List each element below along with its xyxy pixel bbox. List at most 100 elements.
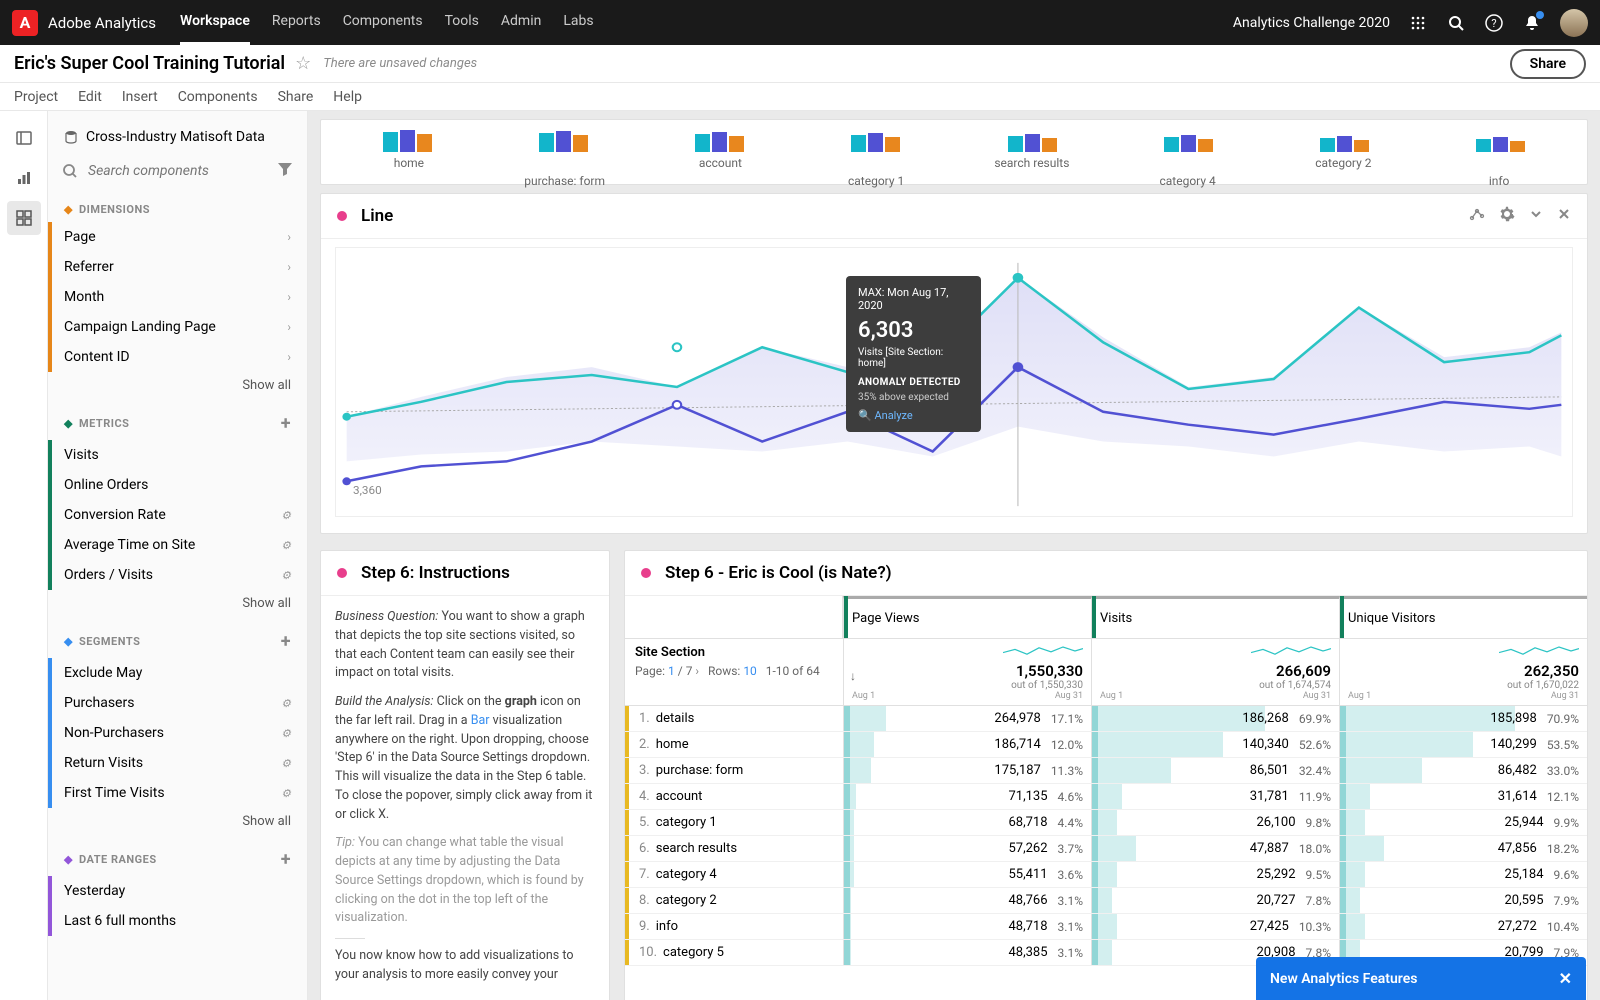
favorite-star-icon[interactable]: ☆ <box>295 53 311 74</box>
row-label[interactable]: 10.category 5 <box>625 940 843 965</box>
menu-edit[interactable]: Edit <box>78 89 102 105</box>
tooltip-analyze-link[interactable]: 🔍 Analyze <box>858 409 969 422</box>
database-icon <box>64 130 78 144</box>
table-row[interactable]: 5.category 168,7184.4%26,1009.8%25,9449.… <box>625 810 1587 836</box>
menu-help[interactable]: Help <box>333 89 362 105</box>
metric-item[interactable]: Orders / Visits⚙ <box>48 560 307 590</box>
nav-tab-reports[interactable]: Reports <box>272 0 321 45</box>
row-label[interactable]: 3.purchase: form <box>625 758 843 783</box>
dimension-item[interactable]: Month› <box>48 282 307 312</box>
metrics-showall[interactable]: Show all <box>48 590 307 617</box>
search-icon[interactable] <box>1446 13 1466 33</box>
rail-graph-icon[interactable] <box>7 161 41 195</box>
bar-label: home <box>349 156 469 170</box>
segment-item[interactable]: Purchasers⚙ <box>48 688 307 718</box>
add-segment-icon[interactable]: + <box>281 631 291 652</box>
dimension-item[interactable]: Page› <box>48 222 307 252</box>
instructions-dot[interactable] <box>337 568 347 578</box>
col-pageviews[interactable]: Page Views <box>843 596 1091 638</box>
table-row[interactable]: 2.home186,71412.0%140,34052.6%140,29953.… <box>625 732 1587 758</box>
anomaly-icon[interactable] <box>1469 206 1485 226</box>
row-label[interactable]: 5.category 1 <box>625 810 843 835</box>
nav-tab-labs[interactable]: Labs <box>563 0 593 45</box>
metric-item[interactable]: Conversion Rate⚙ <box>48 500 307 530</box>
menu-components[interactable]: Components <box>178 89 258 105</box>
add-metric-icon[interactable]: + <box>281 413 291 434</box>
bar-cluster <box>383 126 432 152</box>
table-row[interactable]: 1.details264,97817.1%186,26869.9%185,898… <box>625 706 1587 732</box>
rail-panel-icon[interactable] <box>7 121 41 155</box>
nav-tab-admin[interactable]: Admin <box>501 0 541 45</box>
component-search-input[interactable] <box>86 159 269 183</box>
dimension-item[interactable]: Content ID› <box>48 342 307 372</box>
daterange-item[interactable]: Yesterday <box>48 876 307 906</box>
new-features-toast[interactable]: New Analytics Features ✕ <box>1256 957 1586 1000</box>
dataset-selector[interactable]: Cross-Industry Matisoft Data <box>48 121 307 153</box>
add-daterange-icon[interactable]: + <box>281 849 291 870</box>
metric-item[interactable]: Online Orders <box>48 470 307 500</box>
table-row[interactable]: 6.search results57,2623.7%47,88718.0%47,… <box>625 836 1587 862</box>
col-visits[interactable]: Visits <box>1091 596 1339 638</box>
dimension-item[interactable]: Referrer› <box>48 252 307 282</box>
nav-tab-workspace[interactable]: Workspace <box>180 0 250 45</box>
table-pager[interactable]: Page: 1 / 7 › Rows: 10 1-10 of 64 <box>635 664 833 678</box>
nav-tab-components[interactable]: Components <box>343 0 423 45</box>
table-title[interactable]: Step 6 - Eric is Cool (is Nate?) <box>665 563 892 583</box>
collapse-icon[interactable] <box>1529 206 1543 226</box>
metric-item[interactable]: Average Time on Site⚙ <box>48 530 307 560</box>
table-row[interactable]: 9.info48,7183.1%27,42510.3%27,27210.4% <box>625 914 1587 940</box>
dimensions-showall[interactable]: Show all <box>48 372 307 399</box>
segment-item[interactable]: Return Visits⚙ <box>48 748 307 778</box>
table-cell: 47,85618.2% <box>1339 836 1587 861</box>
dimension-item[interactable]: Campaign Landing Page› <box>48 312 307 342</box>
segment-item[interactable]: First Time Visits⚙ <box>48 778 307 808</box>
row-label[interactable]: 1.details <box>625 706 843 731</box>
table-row[interactable]: 8.category 248,7663.1%20,7277.8%20,5957.… <box>625 888 1587 914</box>
line-chart[interactable]: 3,360 MAX: Mon Aug 17, 2020 6,303 Visits… <box>335 247 1573 517</box>
table-row[interactable]: 4.account71,1354.6%31,78111.9%31,61412.1… <box>625 784 1587 810</box>
anomaly-tooltip: MAX: Mon Aug 17, 2020 6,303 Visits [Site… <box>846 276 981 432</box>
rail-components-icon[interactable] <box>7 201 41 235</box>
line-datasource-dot[interactable] <box>337 211 347 221</box>
menu-share[interactable]: Share <box>278 89 314 105</box>
table-datasource-dot[interactable] <box>641 568 651 578</box>
table-cell: 140,34052.6% <box>1091 732 1339 757</box>
line-visualization-panel: Line <box>320 193 1588 534</box>
instructions-body: Business Question: You want to show a gr… <box>321 596 609 1000</box>
settings-gear-icon[interactable] <box>1499 206 1515 226</box>
table-row[interactable]: 7.category 455,4113.6%25,2929.5%25,1849.… <box>625 862 1587 888</box>
menu-insert[interactable]: Insert <box>122 89 158 105</box>
sort-desc-icon[interactable]: ↓ <box>850 669 856 683</box>
apps-grid-icon[interactable] <box>1408 13 1428 33</box>
row-label[interactable]: 8.category 2 <box>625 888 843 913</box>
line-panel-title[interactable]: Line <box>361 206 393 226</box>
row-label[interactable]: 6.search results <box>625 836 843 861</box>
toast-close-icon[interactable]: ✕ <box>1559 969 1572 988</box>
user-avatar[interactable] <box>1560 9 1588 37</box>
bar-visualization-panel[interactable]: homepurchase: formaccountcategory 1searc… <box>320 119 1588 185</box>
row-label[interactable]: 7.category 4 <box>625 862 843 887</box>
row-label[interactable]: 9.info <box>625 914 843 939</box>
notifications-icon[interactable] <box>1522 13 1542 33</box>
row-label[interactable]: 2.home <box>625 732 843 757</box>
segments-showall[interactable]: Show all <box>48 808 307 835</box>
segment-item[interactable]: Non-Purchasers⚙ <box>48 718 307 748</box>
table-cell: 20,5957.9% <box>1339 888 1587 913</box>
table-cell: 48,3853.1% <box>843 940 1091 965</box>
table-cell: 264,97817.1% <box>843 706 1091 731</box>
daterange-item[interactable]: Last 6 full months <box>48 906 307 936</box>
nav-tab-tools[interactable]: Tools <box>445 0 479 45</box>
help-icon[interactable]: ? <box>1484 13 1504 33</box>
dimension-label[interactable]: Site Section <box>635 645 833 660</box>
metric-item[interactable]: Visits <box>48 440 307 470</box>
filter-icon[interactable] <box>277 161 293 181</box>
segment-item[interactable]: Exclude May <box>48 658 307 688</box>
close-icon[interactable] <box>1557 206 1571 226</box>
share-button[interactable]: Share <box>1510 49 1586 79</box>
freeform-table[interactable]: Page Views Visits Unique Visitors Site S… <box>625 596 1587 966</box>
col-unique[interactable]: Unique Visitors <box>1339 596 1587 638</box>
table-cell: 86,48233.0% <box>1339 758 1587 783</box>
row-label[interactable]: 4.account <box>625 784 843 809</box>
menu-project[interactable]: Project <box>14 89 58 105</box>
table-row[interactable]: 3.purchase: form175,18711.3%86,50132.4%8… <box>625 758 1587 784</box>
